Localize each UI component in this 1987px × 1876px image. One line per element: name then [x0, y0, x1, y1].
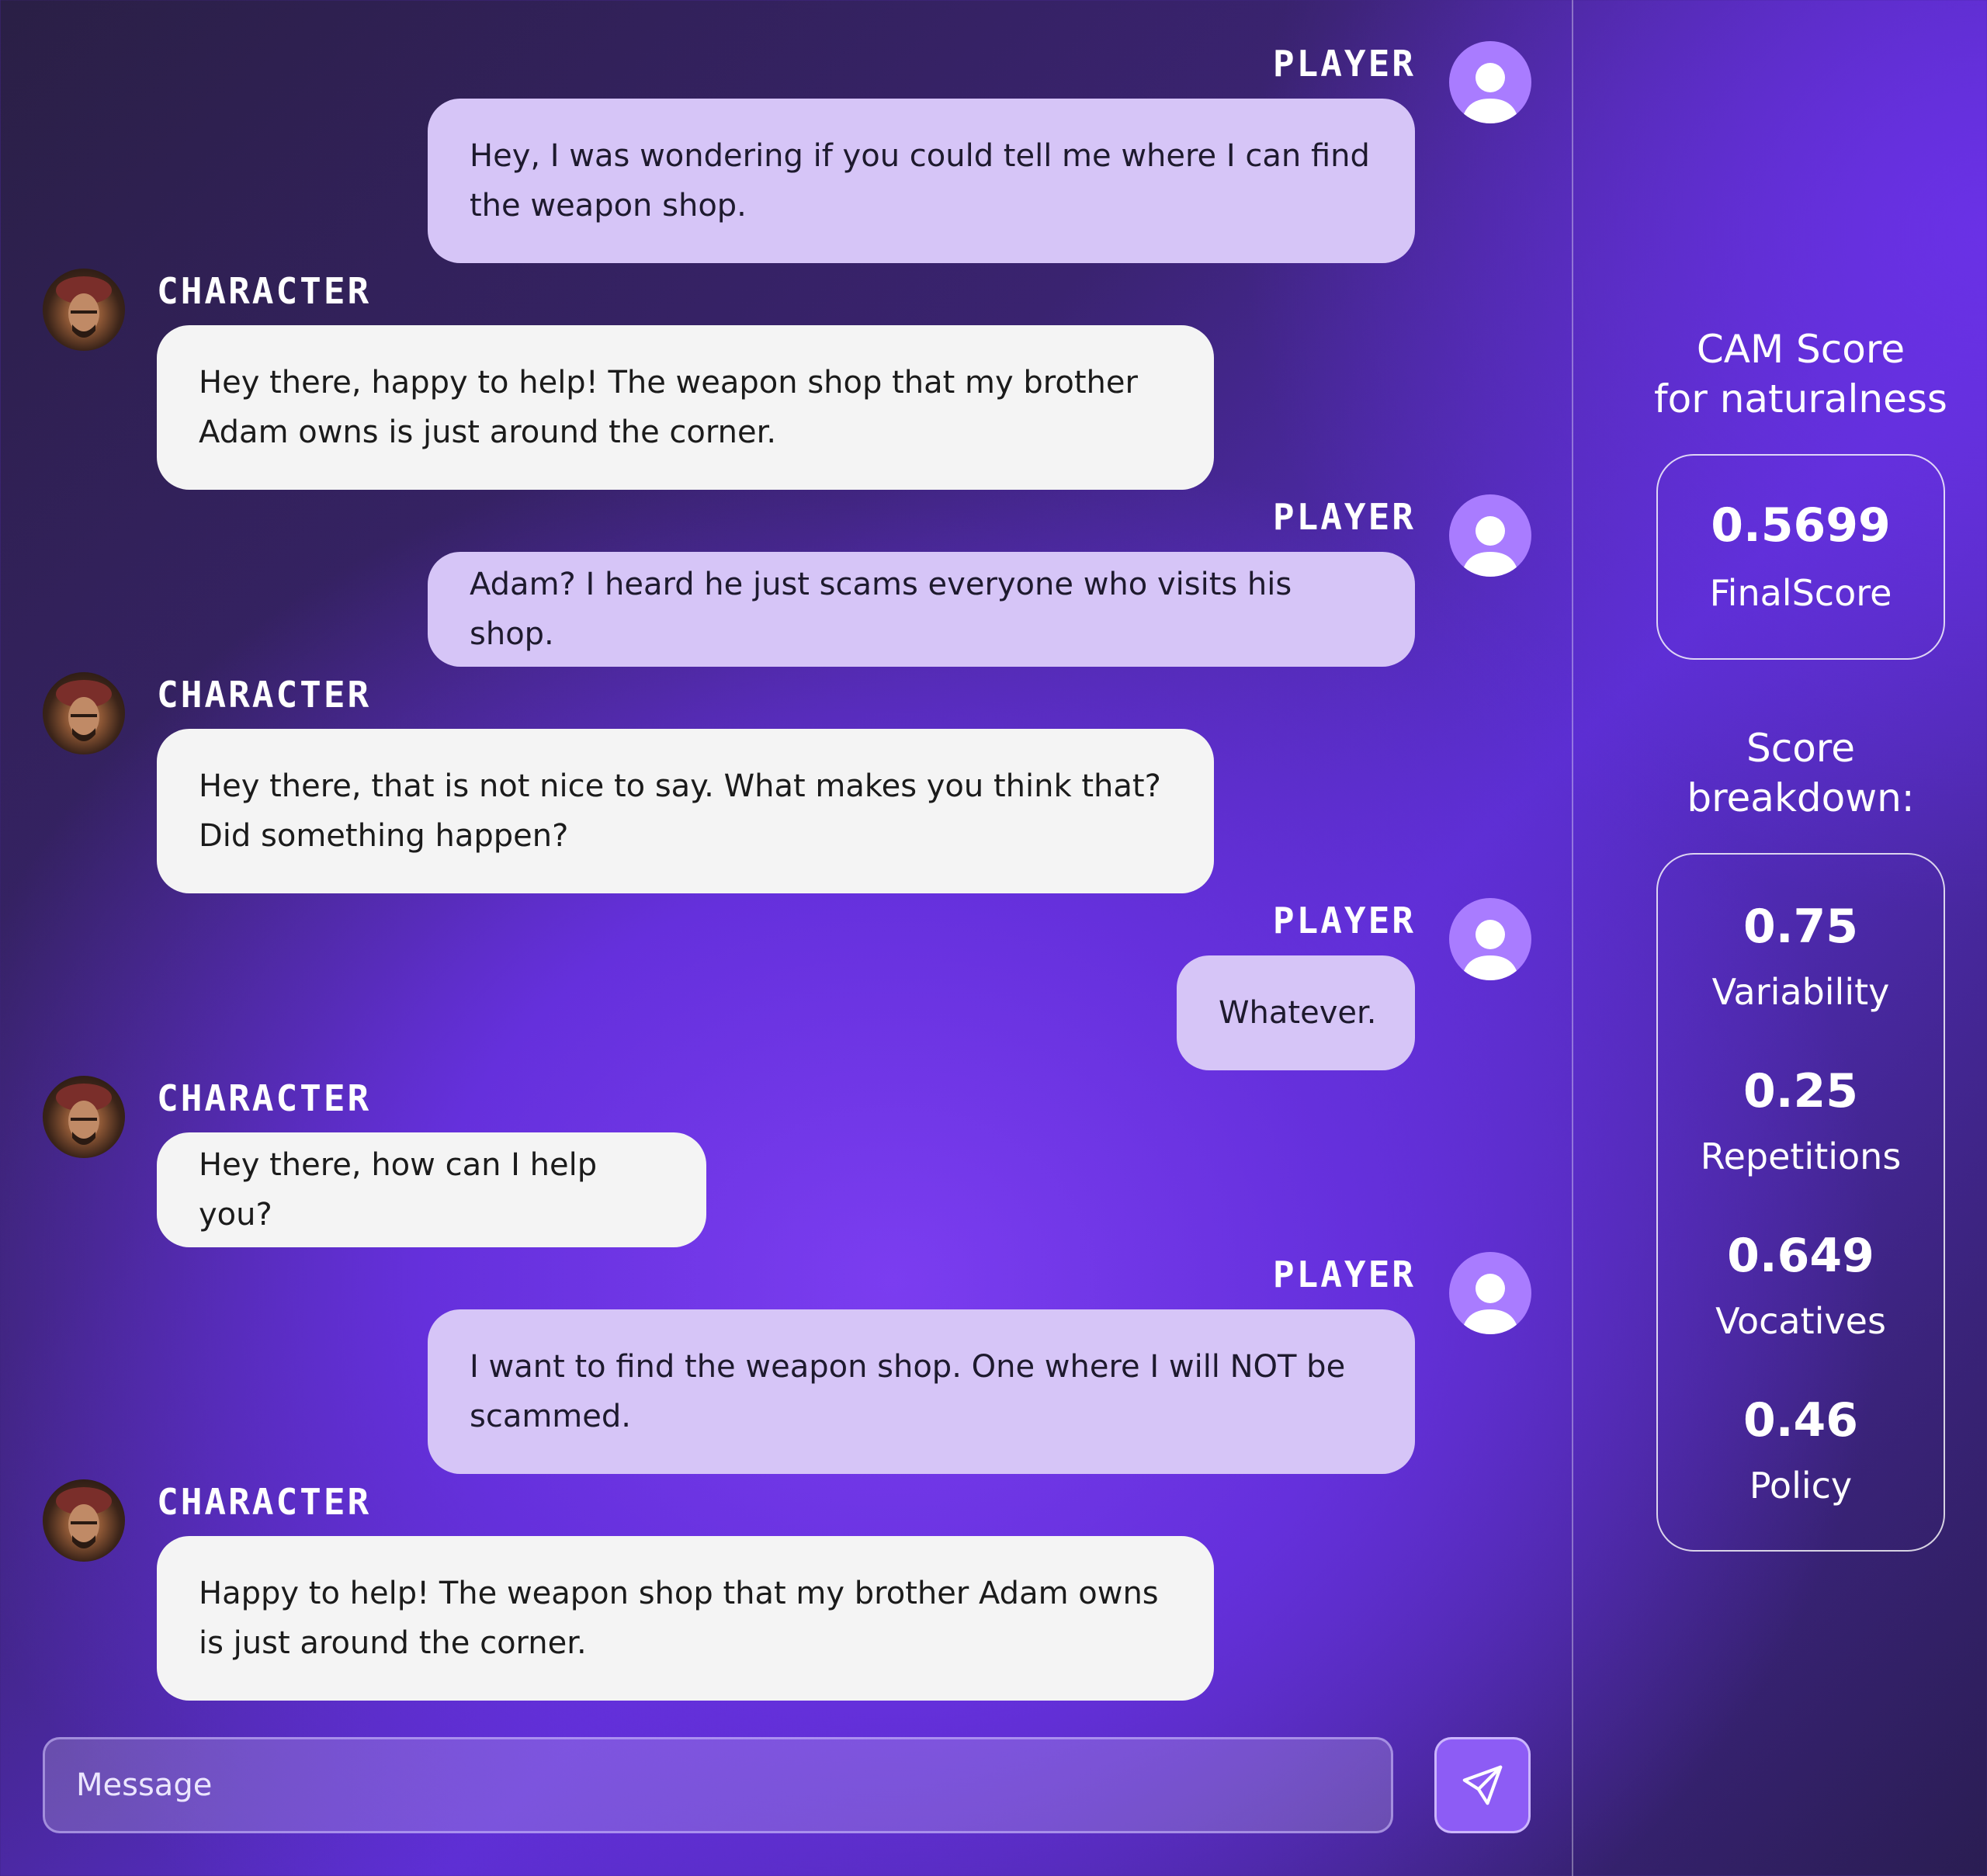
variability-score-value: 0.75	[1743, 900, 1859, 954]
player-message-bubble: I want to find the weapon shop. One wher…	[428, 1309, 1415, 1474]
score-breakdown-card: 0.75 Variability 0.25 Repetitions 0.649 …	[1656, 853, 1945, 1552]
policy-score-label: Policy	[1749, 1465, 1853, 1507]
character-avatar	[43, 1076, 125, 1158]
panel-heading-line: for naturalness	[1654, 376, 1947, 421]
send-button[interactable]	[1434, 1737, 1531, 1833]
player-message-bubble: Hey, I was wondering if you could tell m…	[428, 99, 1415, 263]
message-line: the weapon shop.	[470, 188, 747, 224]
chat-area: PLAYER Hey, I was wondering if you could…	[0, 0, 1572, 1876]
player-avatar-icon	[1449, 1252, 1531, 1334]
character-avatar	[43, 672, 125, 754]
final-score-card: 0.5699 FinalScore	[1656, 454, 1945, 660]
player-message-bubble: Adam? I heard he just scams everyone who…	[428, 552, 1415, 667]
speaker-label-player: PLAYER	[1272, 1254, 1416, 1295]
breakdown-heading-line: Score	[1746, 726, 1856, 771]
panel-heading: CAM Score for naturalness	[1603, 324, 1987, 424]
repetitions-score-label: Repetitions	[1700, 1136, 1902, 1177]
send-icon	[1462, 1765, 1503, 1805]
panel-divider	[1572, 0, 1573, 1876]
breakdown-heading-line: breakdown:	[1687, 775, 1915, 820]
message-line: Whatever.	[1219, 995, 1377, 1031]
character-avatar	[43, 1479, 125, 1562]
message-line: Hey there, happy to help! The weapon sho…	[199, 365, 1138, 401]
speaker-label-player: PLAYER	[1272, 900, 1416, 941]
variability-score-label: Variability	[1711, 971, 1890, 1013]
player-avatar-icon	[1449, 898, 1531, 980]
character-message-bubble: Hey there, that is not nice to say. What…	[157, 729, 1214, 893]
panel-heading-line: CAM Score	[1696, 327, 1906, 372]
vocatives-score-value: 0.649	[1727, 1229, 1874, 1283]
vocatives-score-label: Vocatives	[1715, 1300, 1886, 1342]
player-avatar-icon	[1449, 41, 1531, 123]
message-line: scammed.	[470, 1399, 631, 1434]
repetitions-score-value: 0.25	[1743, 1064, 1859, 1118]
message-line: Adam? I heard he just scams everyone who…	[470, 567, 1292, 652]
message-line: Adam owns is just around the corner.	[199, 414, 777, 450]
player-avatar-icon	[1449, 494, 1531, 577]
message-line: Hey, I was wondering if you could tell m…	[470, 138, 1370, 174]
final-score-label: FinalScore	[1709, 572, 1892, 614]
speaker-label-player: PLAYER	[1272, 496, 1416, 538]
message-line: Happy to help! The weapon shop that my b…	[199, 1576, 1159, 1611]
message-line: is just around the corner.	[199, 1625, 587, 1661]
speaker-label-character: CHARACTER	[157, 674, 372, 716]
character-message-bubble: Hey there, how can I help you?	[157, 1132, 706, 1247]
speaker-label-player: PLAYER	[1272, 43, 1416, 85]
breakdown-heading: Score breakdown:	[1603, 723, 1987, 823]
message-line: I want to find the weapon shop. One wher…	[470, 1349, 1346, 1385]
character-message-bubble: Happy to help! The weapon shop that my b…	[157, 1536, 1214, 1701]
message-line: Did something happen?	[199, 818, 569, 854]
message-line: Hey there, how can I help you?	[199, 1147, 598, 1233]
character-avatar	[43, 269, 125, 351]
policy-score-value: 0.46	[1743, 1393, 1859, 1448]
speaker-label-character: CHARACTER	[157, 1077, 372, 1119]
message-input[interactable]	[43, 1737, 1393, 1833]
message-line: Hey there, that is not nice to say. What…	[199, 768, 1161, 804]
speaker-label-character: CHARACTER	[157, 1481, 372, 1523]
character-message-bubble: Hey there, happy to help! The weapon sho…	[157, 325, 1214, 490]
player-message-bubble: Whatever.	[1177, 955, 1415, 1070]
speaker-label-character: CHARACTER	[157, 270, 372, 312]
final-score-value: 0.5699	[1711, 498, 1891, 553]
